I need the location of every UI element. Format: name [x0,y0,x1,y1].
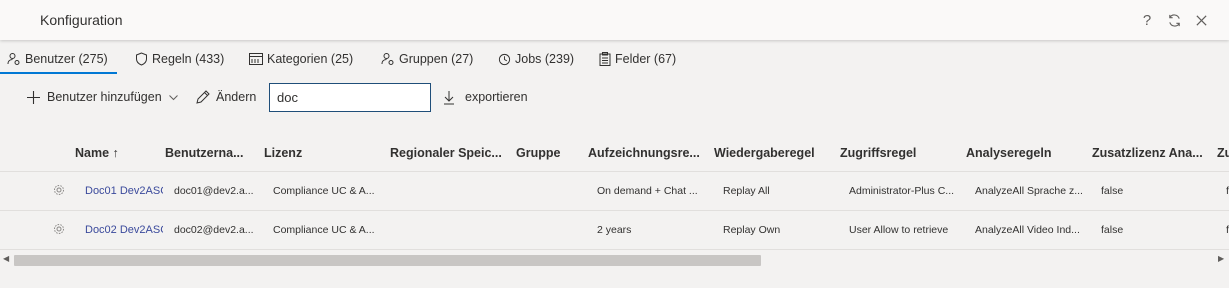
cell-license: Compliance UC & A... [273,224,375,236]
tab-label: Jobs (239) [515,52,575,66]
gear-icon[interactable] [53,184,65,196]
table-header: Name ↑ Benutzerna... Lizenz Regionaler S… [0,134,1229,172]
column-header-username[interactable]: Benutzerna... [165,146,257,160]
tab-label: Benutzer (275) [25,52,108,66]
cell-name[interactable]: Doc01 Dev2ASC [85,185,163,197]
cell-replay-rule: Replay All [723,185,770,197]
cell-replay-rule: Replay Own [723,224,781,236]
tab-jobs[interactable]: Jobs (239) [498,52,574,66]
toolbar: Benutzer hinzufügen Ändern exportieren [0,82,1229,116]
cell-addon-license: false [1101,224,1124,236]
column-header-group[interactable]: Gruppe [516,146,582,160]
column-header-access-rule[interactable]: Zugriffsregel [840,146,958,160]
column-header-license[interactable]: Lizenz [264,146,379,160]
shield-icon [136,52,147,66]
edit-button[interactable]: Ändern [195,82,256,112]
tab-label: Felder (67) [615,52,677,66]
column-header-analysis-rules[interactable]: Analyseregeln [966,146,1086,160]
cell-license: Compliance UC & A... [273,185,375,197]
download-icon [444,90,454,104]
column-header-name[interactable]: Name ↑ [75,146,160,160]
window-title: Konfiguration [40,12,123,28]
tab-label: Kategorien (25) [267,52,354,66]
close-icon[interactable] [1191,10,1211,30]
cell-recording-rule: 2 years [597,224,632,236]
tab-label: Regeln (433) [152,52,225,66]
search-input[interactable] [269,83,431,112]
cell-access-rule: User Allow to retrieve [849,224,949,236]
edit-label: Ändern [216,90,257,104]
cell-analysis-rules: AnalyzeAll Video Ind... [975,224,1080,236]
cell-addon-license: false [1101,185,1124,197]
clipboard-icon [599,52,611,66]
column-header-extra[interactable]: Zu [1217,146,1229,160]
refresh-icon[interactable] [1164,10,1184,30]
export-button[interactable]: exportieren [443,82,528,112]
chevron-down-icon[interactable] [168,92,179,103]
tab-benutzer[interactable]: Benutzer (275) [7,52,108,66]
scroll-right-icon[interactable]: ▶ [1218,254,1224,263]
add-user-label: Benutzer hinzufügen [47,90,162,104]
pencil-icon [196,89,210,104]
cell-username: doc01@dev2.a... [174,185,254,197]
tab-label: Gruppen (27) [399,52,474,66]
tab-felder[interactable]: Felder (67) [599,52,676,66]
tab-gruppen[interactable]: Gruppen (27) [381,52,473,66]
cell-name[interactable]: Doc02 Dev2ASC [85,224,163,236]
add-user-button[interactable]: Benutzer hinzufügen [26,82,179,112]
user-icon [7,53,20,65]
jobs-icon [498,53,511,65]
column-header-replay-rule[interactable]: Wiedergaberegel [714,146,834,160]
column-header-recording-rule[interactable]: Aufzeichnungsre... [588,146,708,160]
tab-bar: Benutzer (275) Regeln (433) Kategorien (… [0,44,1229,76]
tab-kategorien[interactable]: Kategorien (25) [249,52,353,66]
gear-icon[interactable] [53,223,65,235]
table-row[interactable]: Doc02 Dev2ASC doc02@dev2.a... Compliance… [0,211,1229,250]
title-bar: Konfiguration ? [0,0,1229,40]
plus-icon [27,90,40,104]
scroll-left-icon[interactable]: ◀ [3,254,9,263]
cell-username: doc02@dev2.a... [174,224,254,236]
tab-regeln[interactable]: Regeln (433) [135,52,224,66]
horizontal-scrollbar[interactable]: ◀ ▶ [0,252,1229,266]
group-icon [381,53,394,65]
scrollbar-thumb[interactable] [14,255,761,266]
category-icon [249,53,263,65]
question-icon[interactable]: ? [1137,10,1157,30]
export-label: exportieren [465,90,528,104]
column-header-addon-license[interactable]: Zusatzlizenz Ana... [1092,146,1212,160]
cell-recording-rule: On demand + Chat ... [597,185,698,197]
table-row[interactable]: Doc01 Dev2ASC doc01@dev2.a... Compliance… [0,172,1229,211]
cell-access-rule: Administrator-Plus C... [849,185,955,197]
active-tab-indicator [0,72,117,74]
cell-analysis-rules: AnalyzeAll Sprache z... [975,185,1083,197]
column-header-regional-storage[interactable]: Regionaler Speic... [390,146,508,160]
